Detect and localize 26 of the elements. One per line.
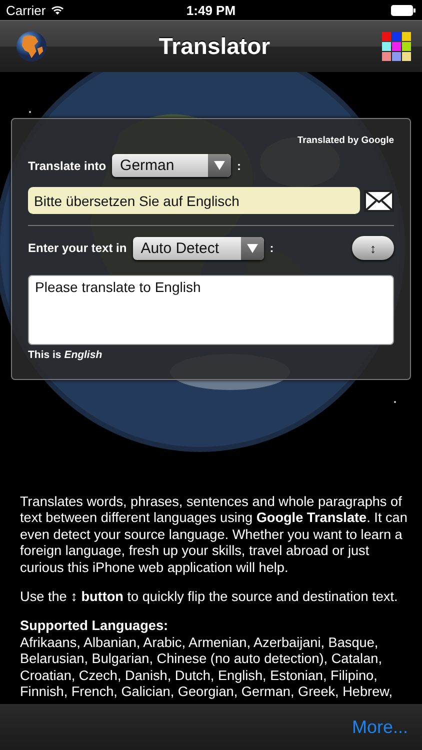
- detected-language: This is English: [28, 349, 104, 361]
- caret-icon: [214, 161, 226, 170]
- swap-button[interactable]: ↕: [352, 236, 394, 260]
- color-grid-icon[interactable]: [382, 32, 411, 61]
- description-text: Use the ↕ button to quickly flip the source and destination text.: [20, 589, 399, 606]
- field-label: Translate into: [28, 158, 106, 172]
- carrier-name: Carrier: [6, 2, 46, 18]
- language-dropdown[interactable]: Auto Detect: [132, 236, 264, 260]
- languages-heading: Supported Languages:: [20, 618, 170, 635]
- colon-mark: :: [237, 158, 242, 172]
- caret-icon: [246, 244, 258, 252]
- clock-time: 1:49 PM: [186, 2, 236, 18]
- colon-mark: :: [270, 241, 274, 255]
- more-link[interactable]: More...: [352, 716, 408, 738]
- globe-icon[interactable]: [16, 31, 47, 62]
- description-text: Translates words, phrases, sentences and whole paragraphs of text between different languages using Google Translate. It can even detect your source language. Whether you want to learn a foreign language, fresh up your skills, travel abroad or just curious this iPhone web application will help.: [20, 494, 408, 576]
- app-title: Translator: [158, 33, 270, 60]
- field-label: Enter your text in: [28, 241, 127, 255]
- battery-icon: [391, 4, 416, 16]
- source-text-field[interactable]: Please translate to English: [28, 275, 394, 345]
- mail-icon[interactable]: [364, 190, 394, 212]
- translation-field[interactable]: Bitte übersetzen Sie auf Englisch: [28, 187, 360, 214]
- languages-list: Afrikaans, Albanian, Arabic, Armenian, Azerbaijani, Basque, Belarusian, Bulgarian, Chinese (no auto detection), Catalan, Croatian, Czech, Danish, Dutch, English, Estonian, Filipino, Finnish, French, Galician, Georgian, German, Greek, Hebrew,: [20, 634, 392, 700]
- language-dropdown[interactable]: German: [112, 154, 232, 177]
- credit-text: Translated by Google: [296, 135, 394, 146]
- wifi-icon: [50, 5, 64, 15]
